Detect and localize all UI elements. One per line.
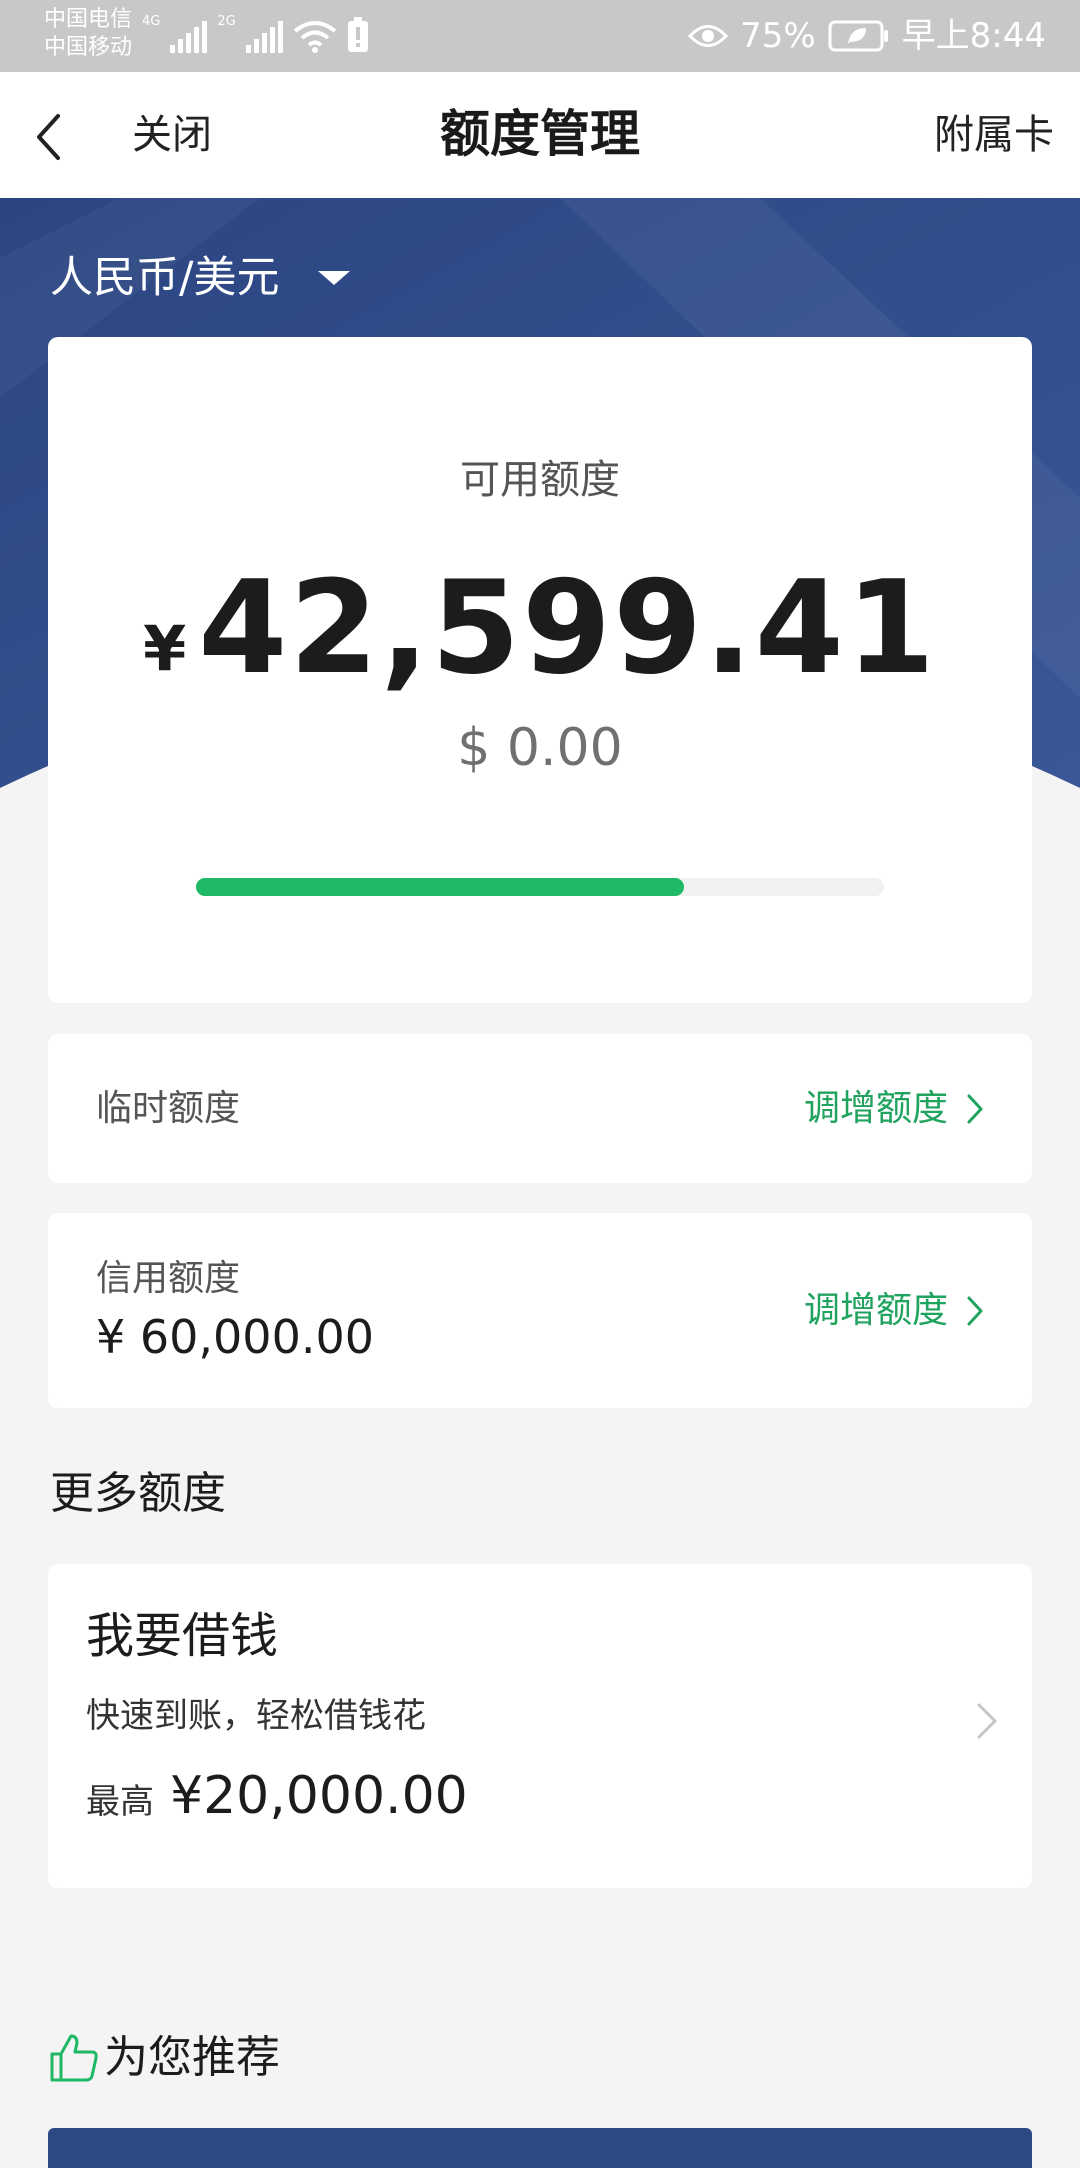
borrow-max-label: 最高 <box>86 1782 154 1822</box>
credit-limit-label: 信用额度 <box>96 1257 241 1299</box>
limit-progress-fill <box>196 878 685 896</box>
chevron-right-icon <box>977 1703 997 1739</box>
nav-bar: 关闭 额度管理 附属卡 <box>0 72 1080 198</box>
carrier-names: 中国电信 中国移动 <box>44 6 132 62</box>
supplementary-card-link[interactable]: 附属卡 <box>934 110 1054 160</box>
borrow-subtitle: 快速到账，轻松借钱花 <box>86 1696 426 1736</box>
increase-limit-label: 调增额度 <box>803 1087 948 1129</box>
currency-selector[interactable]: 人民币/美元 <box>50 250 350 306</box>
credit-limit-value: ¥ 60,000.00 <box>96 1309 374 1364</box>
temporary-limit-label: 临时额度 <box>96 1087 241 1129</box>
cny-available-value: 42,599.41 <box>198 554 937 703</box>
carrier-1: 中国电信 <box>44 7 133 32</box>
chevron-right-icon <box>967 1094 983 1123</box>
cny-symbol: ¥ <box>143 612 187 685</box>
chevron-right-icon <box>967 1296 983 1325</box>
credit-limit-increase-button[interactable]: 调增额度 <box>804 1288 984 1334</box>
borrow-title: 我要借钱 <box>86 1608 279 1664</box>
thumbs-up-icon <box>50 2034 98 2082</box>
network-type-1: 4G <box>142 14 161 29</box>
battery-percent: 75% <box>740 16 816 56</box>
caret-down-icon <box>317 271 350 285</box>
clock: 早上8:44 <box>901 16 1046 56</box>
available-limit-label: 可用额度 <box>460 457 620 503</box>
signal-icon <box>245 19 283 53</box>
currency-label: 人民币/美元 <box>50 253 280 303</box>
battery-icon <box>828 20 888 52</box>
network-type-2: 2G <box>217 14 236 29</box>
battery-alert-icon <box>347 17 368 52</box>
usd-available-value: $ 0.00 <box>457 718 623 778</box>
temporary-limit-increase-button[interactable]: 调增额度 <box>804 1086 984 1132</box>
recommend-heading: 为您推荐 <box>48 2030 280 2086</box>
borrow-max-value: ¥20,000.00 <box>170 1766 468 1826</box>
available-amount: ¥ 42,599.41 <box>48 559 1032 699</box>
credit-limit-row: 信用额度 ¥ 60,000.00 调增额度 <box>48 1213 1032 1408</box>
recommend-label: 为您推荐 <box>104 2032 280 2083</box>
page-title: 额度管理 <box>440 105 640 163</box>
recommend-banner[interactable] <box>48 2128 1032 2168</box>
increase-limit-label: 调增额度 <box>803 1289 948 1331</box>
eye-icon <box>688 25 729 47</box>
status-right: 75% 早上8:44 <box>688 12 1046 60</box>
limit-progress-bar <box>196 878 884 896</box>
carrier-2: 中国移动 <box>44 35 133 60</box>
network-indicators: 4G 2G <box>142 14 369 53</box>
signal-icon <box>170 19 208 53</box>
more-limits-heading: 更多额度 <box>50 1468 226 1519</box>
status-bar: 中国电信 中国移动 4G 2G 75% 早上8:44 <box>0 0 1080 72</box>
borrow-money-card[interactable]: 我要借钱 快速到账，轻松借钱花 最高 ¥20,000.00 <box>48 1564 1032 1888</box>
temporary-limit-row: 临时额度 调增额度 <box>48 1034 1032 1183</box>
available-limit-card: 可用额度 ¥ 42,599.41 $ 0.00 <box>48 337 1032 1003</box>
borrow-max: 最高 ¥20,000.00 <box>86 1764 468 1828</box>
wifi-icon <box>293 21 336 53</box>
